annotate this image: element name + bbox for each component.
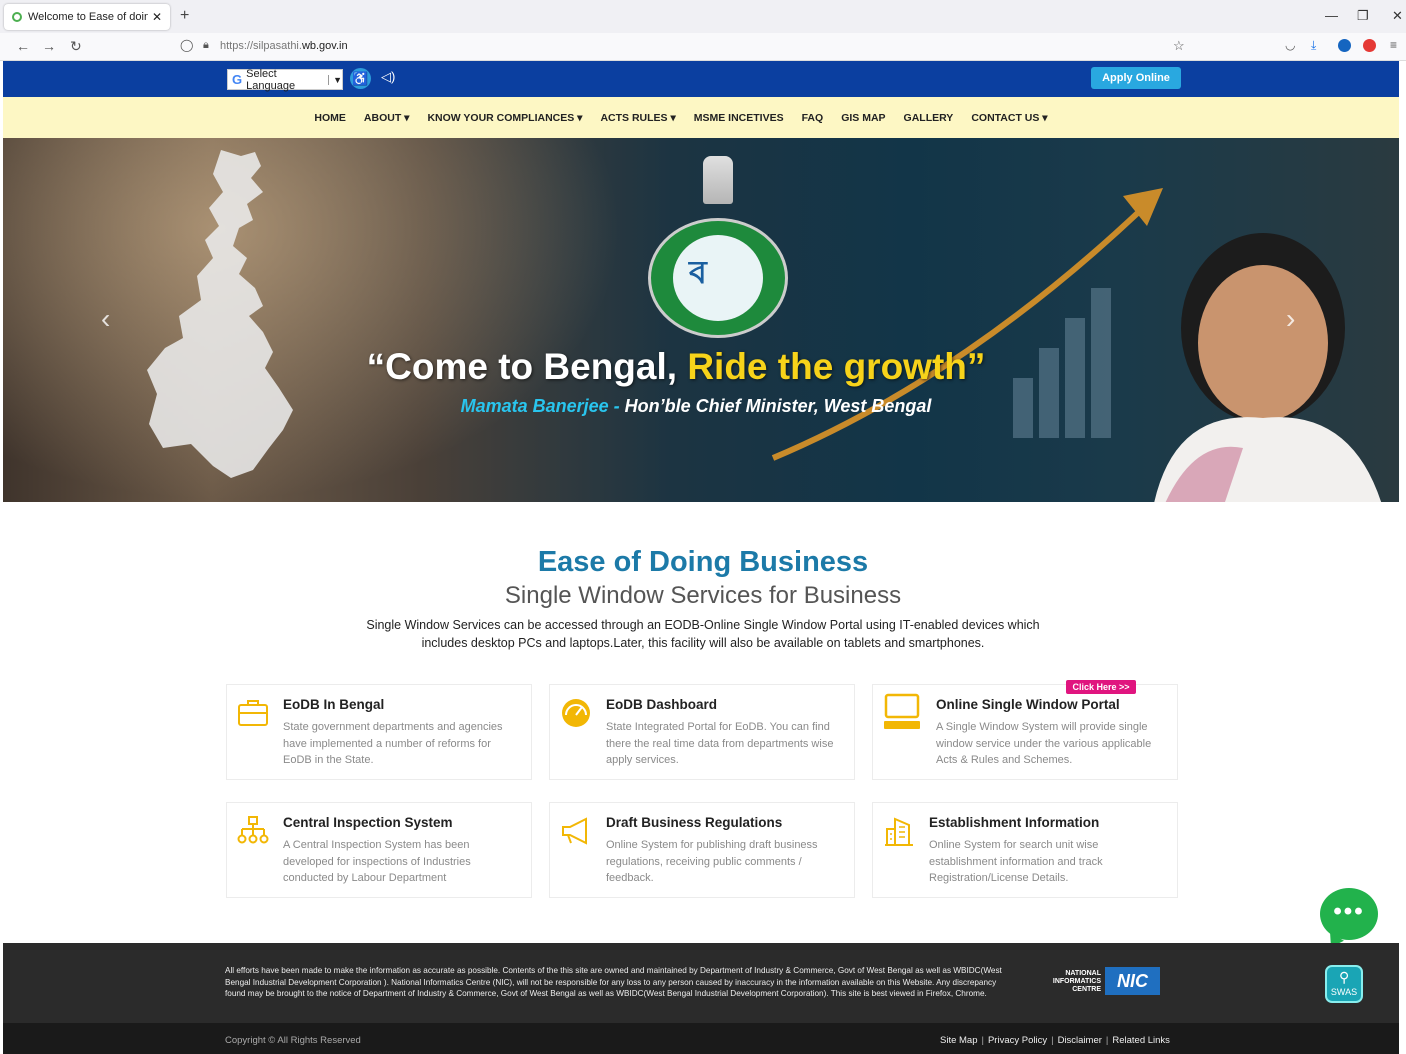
card-text: State government departments and agencie…	[283, 721, 503, 766]
card-establishment-information[interactable]: Establishment Information Online System …	[872, 802, 1178, 898]
accessibility-icon[interactable]: ♿	[350, 68, 371, 89]
card-title: Online Single Window Portal	[936, 697, 1120, 712]
menu-item-faq[interactable]: FAQ	[802, 112, 824, 124]
chevron-down-icon: ▼	[328, 74, 342, 85]
card-title: Draft Business Regulations	[606, 815, 783, 830]
footer-link-disclaimer[interactable]: Disclaimer	[1058, 1035, 1102, 1046]
favicon-icon	[12, 12, 22, 22]
page-title: Ease of Doing Business	[537, 546, 869, 578]
card-draft-business-regulations[interactable]: Draft Business Regulations Online System…	[549, 802, 855, 898]
nic-logo-mark: NIC	[1105, 967, 1160, 995]
card-text: A Single Window System will provide sing…	[936, 721, 1152, 766]
card-text: Online System for publishing draft busin…	[606, 839, 818, 884]
speedometer-icon	[562, 699, 590, 727]
shield-icon[interactable]: ◯	[180, 38, 193, 52]
card-text: A Central Inspection System has been dev…	[283, 839, 471, 884]
footer-link-privacy-policy[interactable]: Privacy Policy	[988, 1035, 1047, 1046]
lock-icon: 🔒︎	[203, 39, 209, 51]
swas-button[interactable]: SWAS	[1325, 965, 1363, 1003]
footer: All efforts have been made to make the i…	[3, 943, 1399, 1023]
close-tab-icon[interactable]: ✕	[152, 10, 162, 24]
hero-glow	[3, 138, 623, 502]
computer-icon	[884, 693, 920, 729]
browser-tab-bar: Welcome to Ease of doing busi ✕ + — ❐ ✕	[0, 0, 1406, 33]
card-text: Online System for search unit wise estab…	[929, 839, 1103, 884]
card-eodb-dashboard[interactable]: EoDB Dashboard State Integrated Portal f…	[549, 684, 855, 780]
carousel-next-icon[interactable]: ›	[1286, 303, 1295, 335]
hero-quote: “Come to Bengal, Ride the growth”	[366, 346, 986, 387]
card-title: EoDB In Bengal	[283, 697, 385, 712]
card-online-single-window-portal[interactable]: Online Single Window Portal A Single Win…	[872, 684, 1178, 780]
apply-online-button[interactable]: Apply Online	[1091, 67, 1181, 89]
download-icon[interactable]: ⤓	[1311, 38, 1316, 53]
minimize-icon[interactable]: —	[1325, 8, 1338, 23]
bookmark-star-icon[interactable]: ☆	[1173, 38, 1185, 54]
card-eodb-in-bengal[interactable]: EoDB In Bengal State government departme…	[226, 684, 532, 780]
hero-attribution: Mamata Banerjee - Hon’ble Chief Minister…	[460, 396, 932, 416]
card-title: Establishment Information	[929, 815, 1100, 830]
card-title: EoDB Dashboard	[606, 697, 718, 712]
seal-inner	[673, 235, 763, 321]
menu-item-acts-rules[interactable]: ACTS RULES ▾	[600, 112, 675, 124]
window-close-icon[interactable]: ✕	[1392, 8, 1403, 24]
footer-link-site-map[interactable]: Site Map	[940, 1035, 978, 1046]
menu-item-gis-map[interactable]: GIS MAP	[841, 112, 885, 124]
menu-item-gallery[interactable]: GALLERY	[904, 112, 954, 124]
building-icon	[885, 817, 913, 846]
page-subtitle: Single Window Services for Business	[504, 582, 902, 609]
card-text: State Integrated Portal for EoDB. You ca…	[606, 721, 834, 766]
card-central-inspection-system[interactable]: Central Inspection System A Central Insp…	[226, 802, 532, 898]
menu-item-know-your-compliances[interactable]: KNOW YOUR COMPLIANCES ▾	[427, 112, 582, 124]
extension-icon[interactable]	[1363, 39, 1376, 52]
west-bengal-seal-logo: ব	[648, 218, 788, 338]
language-select[interactable]: G Select Language ▼	[227, 67, 343, 92]
carousel-prev-icon[interactable]: ‹	[101, 303, 110, 335]
copyright-text: Copyright © All Rights Reserved	[225, 1035, 361, 1046]
seal-letter: ব	[689, 254, 707, 290]
google-icon: G	[232, 72, 243, 87]
hero-banner: ব ‹ › “Come to Bengal, Ride the growth” …	[3, 138, 1399, 502]
back-icon[interactable]: ←	[16, 38, 30, 54]
footer-links: Site Map | Privacy Policy | Disclaimer | Relat…	[940, 1035, 1170, 1046]
briefcase-icon	[238, 700, 268, 726]
extension-icon[interactable]	[1338, 39, 1351, 52]
nic-label: NATIONAL INFORMATICS CENTRE	[1052, 970, 1101, 993]
national-emblem-icon	[703, 156, 733, 204]
card-title: Central Inspection System	[283, 815, 453, 830]
click-here-badge[interactable]: Click Here >>	[1066, 680, 1136, 694]
main-menu: HOME ABOUT ▾ KNOW YOUR COMPLIANCES ▾ ACT…	[3, 97, 1399, 138]
pocket-icon[interactable]: ◡	[1285, 38, 1295, 52]
browser-nav-bar: ← → ↻ ◯ 🔒︎ https://silpasathi.wb.gov.in …	[0, 33, 1406, 61]
reload-icon[interactable]: ↻	[70, 38, 82, 55]
site-top-bar: G Select Language ▼ ♿ ◁) Apply Online	[3, 61, 1399, 97]
menu-item-about[interactable]: ABOUT ▾	[364, 112, 410, 124]
west-bengal-map-graphic	[147, 150, 293, 478]
chat-bubble-button[interactable]: •••	[1320, 888, 1378, 940]
url-bar[interactable]: https://silpasathi.wb.gov.in	[220, 40, 348, 52]
menu-item-home[interactable]: HOME	[314, 112, 346, 124]
browser-tab[interactable]: Welcome to Ease of doing busi ✕	[4, 4, 170, 30]
menu-item-contact-us[interactable]: CONTACT US ▾	[971, 112, 1047, 124]
nic-logo[interactable]: NATIONAL INFORMATICS CENTRE NIC	[1035, 967, 1163, 997]
language-label: Select Language	[246, 67, 296, 92]
footer-link-related-links[interactable]: Related Links	[1112, 1035, 1170, 1046]
forward-icon[interactable]: →	[42, 38, 56, 54]
megaphone-icon	[562, 817, 587, 845]
menu-item-msme-incentives[interactable]: MSME INCETIVES	[694, 112, 784, 124]
menu-icon[interactable]: ≡	[1390, 38, 1397, 52]
sub-footer: Copyright © All Rights Reserved Site Map…	[3, 1023, 1399, 1054]
restore-icon[interactable]: ❐	[1357, 8, 1369, 24]
tab-title: Welcome to Ease of doing busi	[28, 11, 148, 23]
new-tab-icon[interactable]: +	[180, 7, 189, 25]
intro-text: Single Window Services can be accessed t…	[366, 618, 1040, 650]
footer-disclaimer: All efforts have been made to make the i…	[225, 966, 1002, 998]
sitemap-icon	[237, 816, 269, 844]
speaker-icon[interactable]: ◁)	[381, 69, 395, 85]
